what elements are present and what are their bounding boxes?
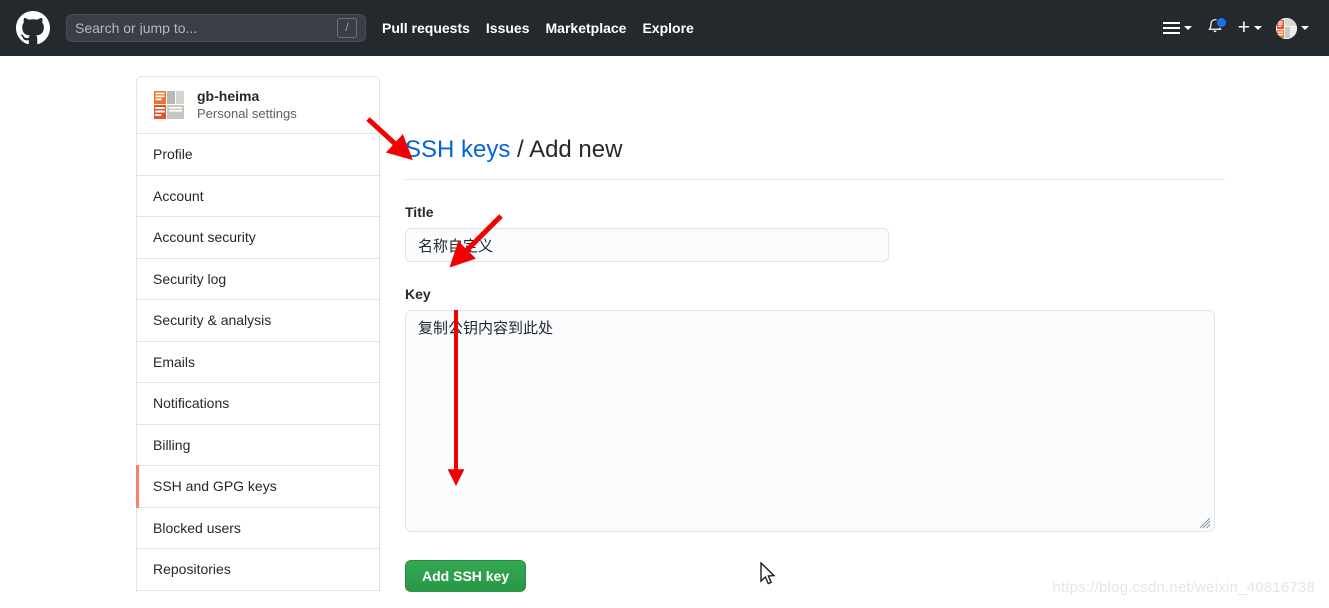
- settings-sidebar: gb-heima Personal settings Profile Accou…: [136, 76, 380, 592]
- key-textarea[interactable]: [405, 310, 1215, 532]
- add-ssh-key-button[interactable]: Add SSH key: [405, 560, 527, 592]
- page-title: SSH keys / Add new: [405, 135, 1225, 180]
- chevron-down-icon: [1254, 26, 1262, 30]
- primary-nav: Pull requests Issues Marketplace Explore: [382, 20, 694, 36]
- nav-item-explore[interactable]: Explore: [642, 20, 693, 36]
- nav-item-pull-requests[interactable]: Pull requests: [382, 20, 470, 36]
- sidebar-user-subtitle: Personal settings: [197, 106, 297, 121]
- sidebar-item-repositories[interactable]: Repositories: [137, 549, 379, 591]
- key-textarea-wrapper: [405, 310, 1215, 532]
- global-header: Search or jump to... / Pull requests Iss…: [0, 0, 1329, 56]
- breadcrumb-current: Add new: [529, 136, 623, 163]
- chevron-down-icon: [1183, 26, 1192, 30]
- github-mark-icon[interactable]: [16, 11, 50, 45]
- create-new-button[interactable]: +: [1237, 16, 1262, 39]
- user-avatar-icon: [1276, 17, 1297, 39]
- sidebar-item-billing[interactable]: Billing: [137, 424, 379, 466]
- nav-item-marketplace[interactable]: Marketplace: [546, 20, 627, 36]
- plus-icon: +: [1237, 16, 1250, 39]
- account-menu-button[interactable]: [1276, 17, 1309, 39]
- chevron-down-icon: [1301, 26, 1309, 30]
- sidebar-item-security-and-analysis[interactable]: Security & analysis: [137, 300, 379, 342]
- sidebar-item-account-security[interactable]: Account security: [137, 217, 379, 259]
- sidebar-user-info: gb-heima Personal settings: [197, 88, 297, 122]
- breadcrumb-separator: /: [510, 136, 530, 163]
- notifications-button[interactable]: [1206, 17, 1227, 38]
- main-content: SSH keys / Add new Title Key Add SSH key: [405, 76, 1329, 592]
- search-input[interactable]: Search or jump to... /: [66, 14, 366, 42]
- sidebar-item-security-log[interactable]: Security log: [137, 258, 379, 300]
- sidebar-username: gb-heima: [197, 88, 260, 104]
- title-input[interactable]: [405, 228, 889, 262]
- menu-button[interactable]: [1162, 22, 1192, 34]
- sidebar-item-emails[interactable]: Emails: [137, 341, 379, 383]
- bell-icon: [1206, 17, 1227, 38]
- user-avatar-icon: [153, 90, 185, 120]
- sidebar-item-profile[interactable]: Profile: [137, 134, 379, 176]
- header-right-actions: +: [1162, 16, 1313, 39]
- nav-item-issues[interactable]: Issues: [486, 20, 530, 36]
- hamburger-menu-icon: [1162, 22, 1180, 34]
- sidebar-item-account[interactable]: Account: [137, 175, 379, 217]
- key-field-label: Key: [405, 286, 431, 302]
- page-body: gb-heima Personal settings Profile Accou…: [0, 56, 1329, 592]
- search-placeholder-text: Search or jump to...: [75, 21, 198, 35]
- notification-unread-dot: [1215, 17, 1227, 28]
- sidebar-user-header[interactable]: gb-heima Personal settings: [137, 77, 379, 134]
- search-shortcut-badge: /: [337, 18, 357, 38]
- breadcrumb-link-ssh-keys[interactable]: SSH keys: [405, 136, 510, 163]
- sidebar-item-notifications[interactable]: Notifications: [137, 383, 379, 425]
- sidebar-item-blocked-users[interactable]: Blocked users: [137, 507, 379, 549]
- title-field-label: Title: [405, 204, 434, 220]
- watermark-text: https://blog.csdn.net/weixin_40816738: [1052, 579, 1315, 596]
- sidebar-item-ssh-and-gpg-keys[interactable]: SSH and GPG keys: [136, 465, 379, 508]
